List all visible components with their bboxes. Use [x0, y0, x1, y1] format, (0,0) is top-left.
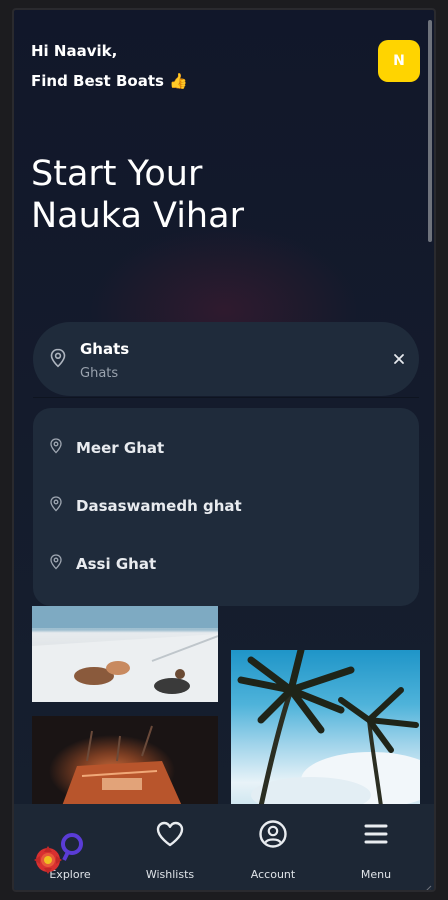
suggestion-label: Dasaswamedh ghat: [76, 497, 242, 515]
suggestion-item[interactable]: Dasaswamedh ghat: [49, 494, 242, 518]
avatar[interactable]: N: [378, 40, 420, 82]
suggestion-label: Meer Ghat: [76, 439, 165, 457]
avatar-initial: N: [393, 53, 405, 69]
search-field[interactable]: Ghats Ghats: [33, 322, 419, 396]
location-pin-icon: [49, 496, 63, 516]
boat-photo-deck[interactable]: [32, 606, 218, 702]
palm-trees-photo[interactable]: [231, 650, 420, 806]
nav-label: Account: [250, 868, 296, 881]
heart-icon: [130, 818, 210, 850]
greeting: Hi Naavik, Find Best Boats 👍: [31, 36, 188, 96]
location-pin-icon: [49, 348, 67, 372]
resize-handle[interactable]: [422, 880, 432, 890]
greeting-tagline: Find Best Boats 👍: [31, 72, 188, 90]
scrollbar[interactable]: [428, 20, 432, 242]
nav-menu[interactable]: Menu: [336, 818, 416, 881]
search-value: Ghats: [80, 340, 130, 358]
suggestion-item[interactable]: Assi Ghat: [49, 552, 156, 576]
app-logo: [24, 830, 88, 878]
app-frame: Hi Naavik, Find Best Boats 👍 N Start You…: [12, 8, 436, 892]
location-pin-icon: [49, 554, 63, 574]
boat-photo-night[interactable]: [32, 716, 218, 806]
nav-account[interactable]: Account: [233, 818, 313, 881]
greeting-name: Hi Naavik,: [31, 42, 118, 60]
page-title: Start Your Nauka Vihar: [31, 153, 244, 237]
menu-icon: [336, 818, 416, 850]
nav-wishlists[interactable]: Wishlists: [130, 818, 210, 881]
suggestions-dropdown: Meer Ghat Dasaswamedh ghat Assi Ghat: [33, 408, 419, 606]
suggestion-label: Assi Ghat: [76, 555, 157, 573]
search-placeholder: Ghats: [80, 366, 119, 381]
suggestion-item[interactable]: Meer Ghat: [49, 436, 164, 460]
location-pin-icon: [49, 438, 63, 458]
nav-label: Wishlists: [145, 868, 195, 881]
page-title-line1: Start Your: [31, 154, 203, 194]
divider: [33, 397, 419, 398]
nav-label: Menu: [360, 868, 392, 881]
close-icon[interactable]: [389, 349, 409, 369]
user-circle-icon: [233, 818, 313, 850]
page-title-line2: Nauka Vihar: [31, 196, 244, 236]
